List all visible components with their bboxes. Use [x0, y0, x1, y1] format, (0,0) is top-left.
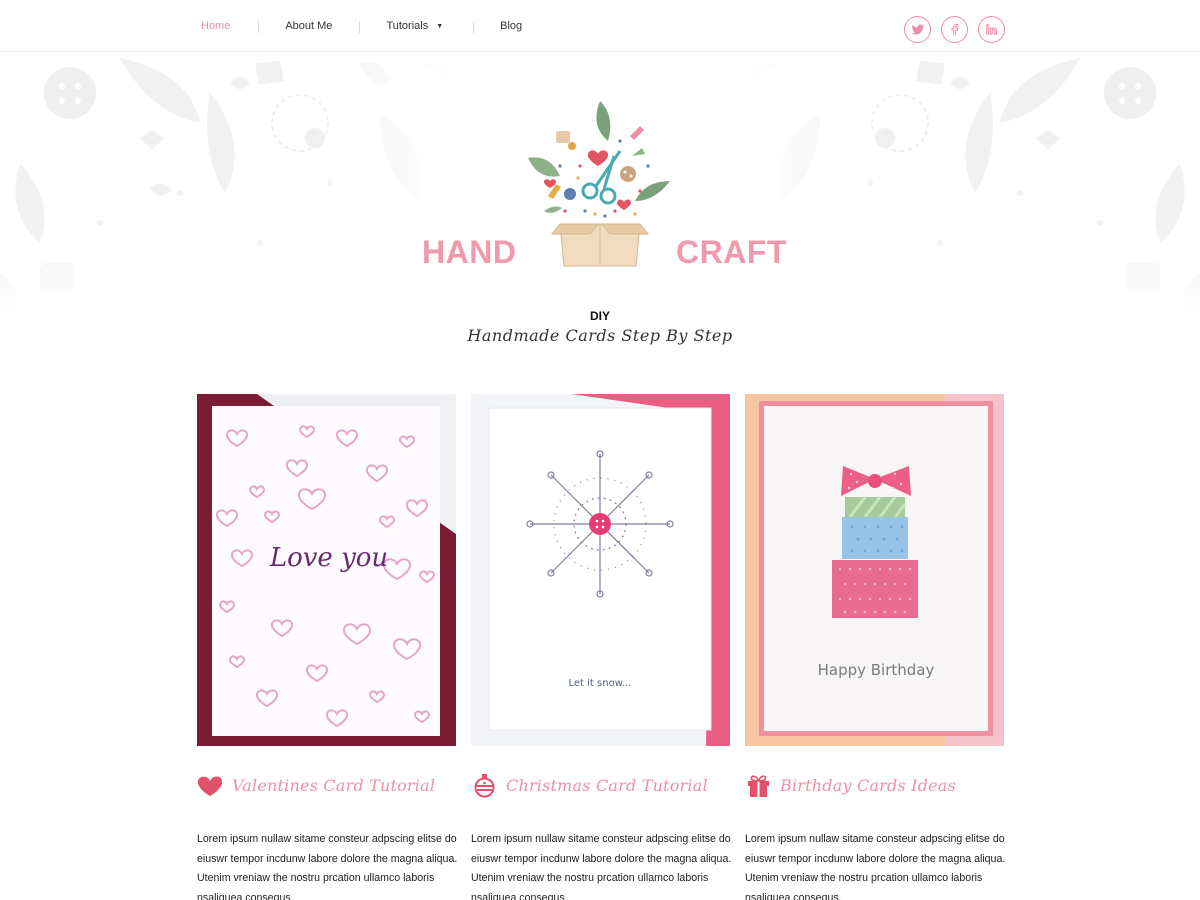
card-image-caption: Let it snow... — [569, 678, 632, 689]
nav-item-label: Blog — [500, 20, 523, 32]
logo-text-right: CRAFT — [676, 234, 787, 270]
nav-menu: Home About Me Tutorials ▼ Blog — [176, 0, 547, 52]
facebook-button[interactable] — [941, 16, 968, 43]
nav-item-blog[interactable]: Blog — [473, 0, 547, 52]
card-image-birthday[interactable]: Happy Birthday — [745, 394, 1004, 746]
card-image-caption: Love you — [269, 543, 388, 573]
twitter-button[interactable] — [904, 16, 931, 43]
card-image-valentines[interactable]: Love you — [197, 394, 456, 746]
card-birthday: Happy Birthday Birthday Cards Ideas Lore… — [745, 394, 1005, 900]
logo-text-left: HAND — [422, 234, 517, 270]
twitter-icon — [911, 24, 925, 35]
card-title-link[interactable]: Valentines Card Tutorial — [197, 770, 456, 800]
nav-item-label: Tutorials — [386, 20, 429, 32]
facebook-icon — [951, 23, 959, 36]
craft-box-logo-icon — [528, 101, 670, 267]
heart-icon — [197, 776, 223, 796]
card-title-link[interactable]: Christmas Card Tutorial — [471, 770, 730, 800]
tutorial-cards: Love you Valentines Card Tutorial Lorem … — [197, 394, 1005, 900]
card-image-caption: Happy Birthday — [818, 661, 935, 679]
card-title: Valentines Card Tutorial — [232, 775, 436, 795]
nav-item-label: About Me — [285, 20, 333, 32]
gift-icon — [748, 774, 769, 797]
card-title-link[interactable]: Birthday Cards Ideas — [745, 770, 1004, 800]
card-description: Lorem ipsum nullaw sitame consteur adpsc… — [197, 833, 458, 900]
card-description: Lorem ipsum nullaw sitame consteur adpsc… — [471, 833, 732, 900]
caret-down-icon: ▼ — [436, 22, 444, 30]
card-description: Lorem ipsum nullaw sitame consteur adpsc… — [745, 833, 1006, 900]
ornament-icon — [474, 773, 495, 797]
card-title: Birthday Cards Ideas — [780, 775, 956, 795]
site-subtitle: Handmade Cards Step By Step — [467, 326, 733, 345]
tagline: DIY — [589, 309, 610, 323]
linkedin-button[interactable] — [978, 16, 1005, 43]
linkedin-icon — [985, 23, 997, 35]
nav-item-label: Home — [201, 20, 231, 32]
card-christmas: Let it snow... Christmas Card Tutorial L… — [471, 394, 731, 900]
card-image-christmas[interactable]: Let it snow... — [471, 394, 730, 746]
nav-item-home[interactable]: Home — [176, 0, 258, 52]
nav-item-tutorials[interactable]: Tutorials ▼ — [359, 0, 473, 52]
top-nav: Home About Me Tutorials ▼ Blog — [0, 0, 1200, 52]
social-links — [904, 16, 1005, 43]
card-valentines: Love you Valentines Card Tutorial Lorem … — [197, 394, 457, 900]
nav-item-about-me[interactable]: About Me — [258, 0, 359, 52]
card-title: Christmas Card Tutorial — [506, 775, 708, 795]
